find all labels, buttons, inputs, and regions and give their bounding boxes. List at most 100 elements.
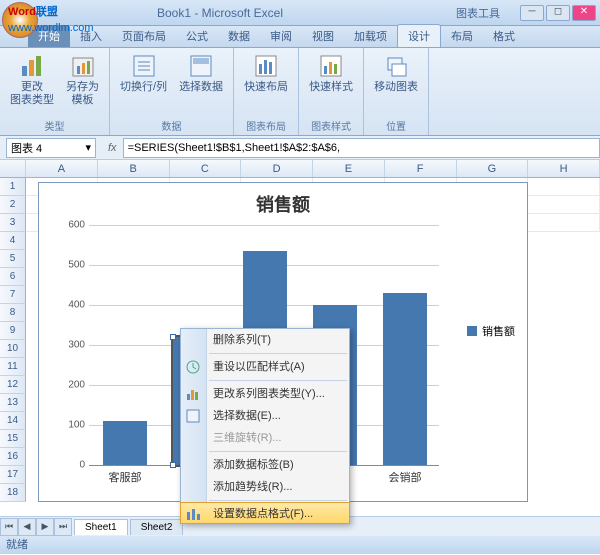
legend-swatch	[467, 326, 477, 336]
group-label: 图表布局	[246, 118, 286, 135]
sheet-tab-1[interactable]: Sheet1	[74, 519, 128, 535]
x-label: 客服部	[95, 465, 155, 485]
quick-layout-button[interactable]: 快速布局	[240, 51, 292, 96]
switch-icon	[131, 53, 157, 79]
data-icon	[185, 408, 201, 424]
group-label: 数据	[162, 118, 182, 135]
col-header[interactable]: F	[385, 160, 457, 177]
move-icon	[383, 53, 409, 79]
row-header[interactable]: 17	[0, 466, 26, 484]
y-tick: 600	[59, 220, 89, 231]
ribbon-group-data: 切换行/列 选择数据 数据	[110, 48, 234, 135]
ctx-3d-rotate: 三维旋转(R)...	[181, 427, 349, 449]
btn-label: 快速布局	[244, 81, 288, 94]
name-box[interactable]: 图表 4 ▾	[6, 138, 96, 158]
row-header[interactable]: 8	[0, 304, 26, 322]
watermark-logo: Word联盟	[8, 2, 58, 20]
tab-review[interactable]: 审阅	[260, 25, 302, 47]
menu-separator	[209, 500, 347, 501]
btn-label: 快速样式	[309, 81, 353, 94]
minimize-button[interactable]: ─	[520, 5, 544, 21]
select-data-button[interactable]: 选择数据	[175, 51, 227, 96]
ctx-add-datalabel[interactable]: 添加数据标签(B)	[181, 454, 349, 476]
tab-pagelayout[interactable]: 页面布局	[112, 25, 176, 47]
bar-5[interactable]	[383, 293, 427, 465]
change-chart-type-button[interactable]: 更改 图表类型	[6, 51, 58, 109]
row-header[interactable]: 3	[0, 214, 26, 232]
row-header[interactable]: 1	[0, 178, 26, 196]
col-header[interactable]: D	[241, 160, 313, 177]
x-label: 会销部	[375, 465, 435, 485]
row-header[interactable]: 2	[0, 196, 26, 214]
selection-handle[interactable]	[170, 334, 176, 340]
row-header[interactable]: 10	[0, 340, 26, 358]
ribbon: 更改 图表类型 另存为 模板 类型 切换行/列 选择数据 数据 快速布局 图表布…	[0, 48, 600, 136]
template-icon	[70, 53, 96, 79]
row-header[interactable]: 7	[0, 286, 26, 304]
btn-label: 移动图表	[374, 81, 418, 94]
row-header[interactable]: 16	[0, 448, 26, 466]
menu-separator	[209, 353, 347, 354]
restore-button[interactable]: ◻	[546, 5, 570, 21]
select-data-icon	[188, 53, 214, 79]
status-bar: 就绪	[0, 536, 600, 554]
tab-addin[interactable]: 加载项	[344, 25, 397, 47]
tab-data[interactable]: 数据	[218, 25, 260, 47]
nav-first[interactable]: ⏮	[0, 518, 18, 536]
tab-view[interactable]: 视图	[302, 25, 344, 47]
ctx-select-data[interactable]: 选择数据(E)...	[181, 405, 349, 427]
chart-title[interactable]: 销售额	[39, 183, 527, 225]
row-header[interactable]: 11	[0, 358, 26, 376]
row-header[interactable]: 18	[0, 484, 26, 502]
ctx-format-datapoint[interactable]: 设置数据点格式(F)...	[180, 502, 350, 524]
ctx-add-trendline[interactable]: 添加趋势线(R)...	[181, 476, 349, 498]
col-header[interactable]: H	[528, 160, 600, 177]
row-header[interactable]: 14	[0, 412, 26, 430]
formula-input[interactable]: =SERIES(Sheet1!$B$1,Sheet1!$A$2:$A$6,	[123, 138, 600, 158]
btn-label: 更改 图表类型	[10, 81, 54, 107]
col-header[interactable]: A	[26, 160, 98, 177]
save-template-button[interactable]: 另存为 模板	[62, 51, 103, 109]
tab-chartlayout[interactable]: 布局	[441, 25, 483, 47]
col-header[interactable]: E	[313, 160, 385, 177]
tab-design[interactable]: 设计	[397, 24, 441, 47]
sheet-tab-2[interactable]: Sheet2	[130, 519, 184, 535]
watermark-url: www.wordlm.com	[8, 22, 94, 34]
tab-format[interactable]: 格式	[483, 25, 525, 47]
nav-prev[interactable]: ◀	[18, 518, 36, 536]
group-label: 图表样式	[311, 118, 351, 135]
row-header[interactable]: 13	[0, 394, 26, 412]
ctx-change-type[interactable]: 更改系列图表类型(Y)...	[181, 383, 349, 405]
col-header[interactable]: G	[457, 160, 529, 177]
ctx-delete-series[interactable]: 删除系列(T)	[181, 329, 349, 351]
column-headers: A B C D E F G H	[0, 160, 600, 178]
legend-label: 销售额	[482, 323, 515, 339]
ctx-reset-style[interactable]: 重设以匹配样式(A)	[181, 356, 349, 378]
chart-tools-label: 图表工具	[436, 5, 520, 21]
col-header[interactable]: B	[98, 160, 170, 177]
quick-style-button[interactable]: 快速样式	[305, 51, 357, 96]
row-header[interactable]: 4	[0, 232, 26, 250]
close-button[interactable]: ✕	[572, 5, 596, 21]
bar-chart-icon	[19, 53, 45, 79]
select-all-corner[interactable]	[0, 160, 26, 177]
switch-row-col-button[interactable]: 切换行/列	[116, 51, 171, 96]
row-header[interactable]: 6	[0, 268, 26, 286]
menu-separator	[209, 380, 347, 381]
row-header[interactable]: 15	[0, 430, 26, 448]
tab-formula[interactable]: 公式	[176, 25, 218, 47]
name-box-value: 图表 4	[11, 140, 42, 156]
move-chart-button[interactable]: 移动图表	[370, 51, 422, 96]
row-header[interactable]: 5	[0, 250, 26, 268]
y-tick: 100	[59, 419, 89, 430]
col-header[interactable]: C	[170, 160, 242, 177]
chart-legend[interactable]: 销售额	[467, 323, 515, 339]
nav-next[interactable]: ▶	[36, 518, 54, 536]
row-header[interactable]: 12	[0, 376, 26, 394]
bar-1[interactable]	[103, 421, 147, 465]
btn-label: 切换行/列	[120, 81, 167, 94]
nav-last[interactable]: ⏭	[54, 518, 72, 536]
fx-label[interactable]: fx	[102, 142, 123, 154]
row-header[interactable]: 9	[0, 322, 26, 340]
dropdown-icon: ▾	[85, 141, 91, 154]
